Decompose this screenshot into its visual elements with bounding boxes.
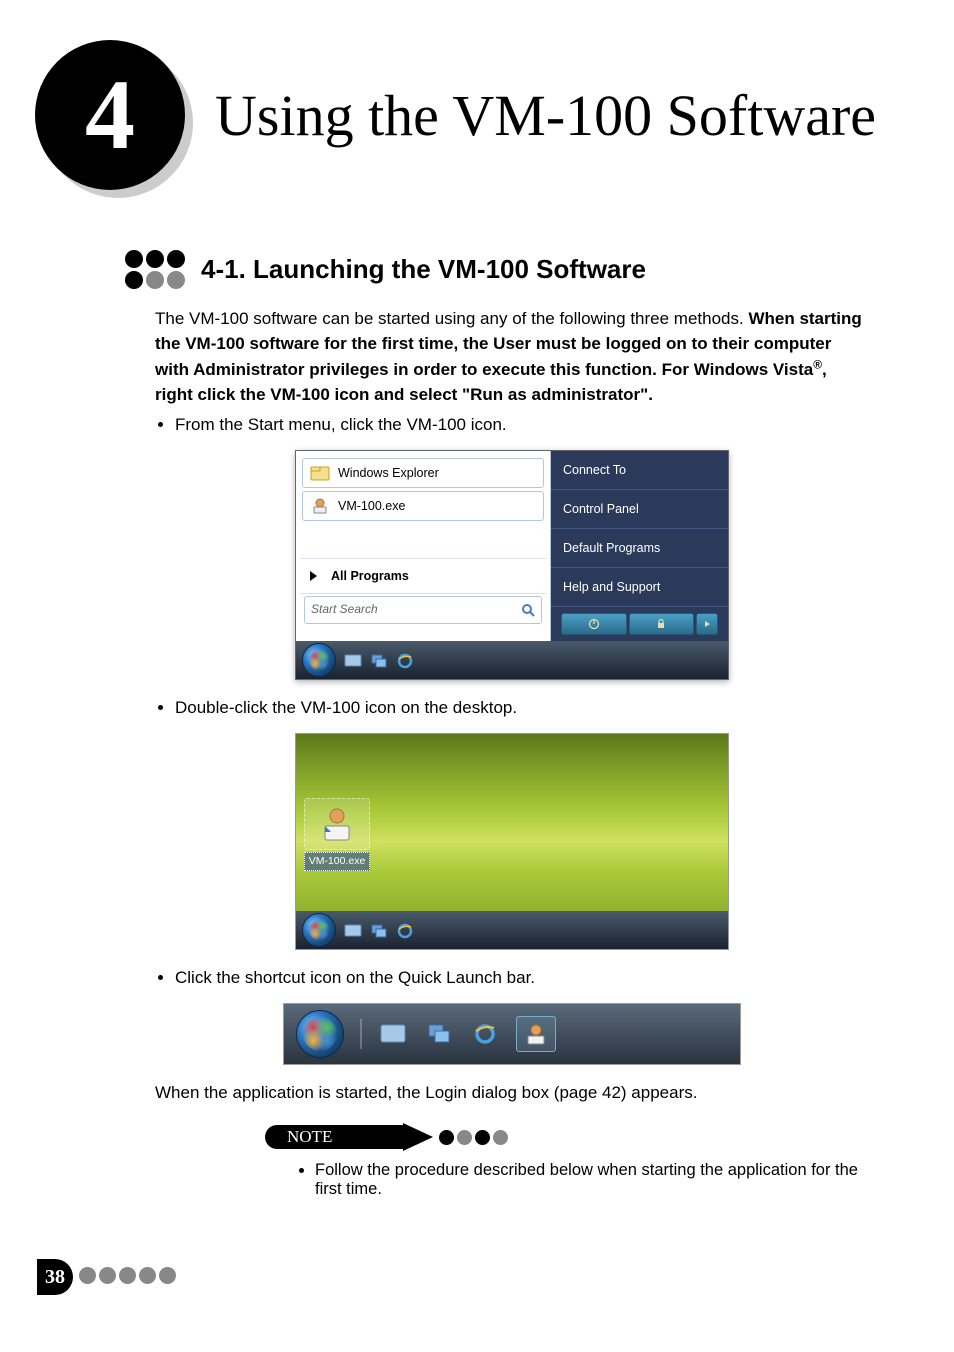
- internet-explorer-icon[interactable]: [396, 652, 414, 668]
- desktop-screenshot: VM-100.exe: [295, 733, 729, 950]
- chapter-badge: 4: [35, 40, 185, 190]
- start-menu-right-item[interactable]: Connect To: [551, 451, 728, 490]
- all-programs-label: All Programs: [331, 567, 409, 585]
- section-bullet-icon: [125, 250, 185, 289]
- power-button[interactable]: [561, 613, 627, 635]
- application-icon: [310, 497, 330, 515]
- power-icon: [588, 618, 600, 630]
- quick-launch-screenshot: [283, 1003, 741, 1065]
- all-programs-item[interactable]: All Programs: [300, 559, 546, 593]
- start-menu-screenshot: Windows Explorer VM-100.exe All Programs: [295, 450, 729, 681]
- start-orb-icon[interactable]: [302, 643, 336, 677]
- section-title: 4-1. Launching the VM-100 Software: [201, 254, 646, 285]
- registered-mark: ®: [813, 357, 822, 371]
- start-orb-icon[interactable]: [302, 913, 336, 947]
- start-menu-right-item[interactable]: Default Programs: [551, 529, 728, 568]
- switch-windows-icon[interactable]: [370, 652, 388, 668]
- start-menu-right-item[interactable]: Control Panel: [551, 490, 728, 529]
- start-menu-item-label: Windows Explorer: [338, 464, 439, 482]
- bullet-quick-launch: Click the shortcut icon on the Quick Lau…: [175, 966, 869, 991]
- show-desktop-icon[interactable]: [378, 1021, 408, 1047]
- note-label: NOTE: [265, 1125, 405, 1149]
- start-menu-left-pane: Windows Explorer VM-100.exe All Programs: [296, 451, 551, 642]
- chapter-number: 4: [85, 65, 135, 165]
- folder-icon: [310, 464, 330, 482]
- start-menu-item-explorer[interactable]: Windows Explorer: [302, 458, 544, 488]
- start-menu-item-vm100[interactable]: VM-100.exe: [302, 491, 544, 521]
- taskbar: [296, 641, 728, 679]
- search-placeholder: Start Search: [311, 601, 378, 618]
- section-header: 4-1. Launching the VM-100 Software: [125, 250, 919, 289]
- note-tail-icon: [403, 1123, 433, 1151]
- after-paragraph: When the application is started, the Log…: [155, 1081, 869, 1106]
- lock-button[interactable]: [629, 613, 695, 635]
- switch-windows-icon[interactable]: [424, 1021, 454, 1047]
- note-dots-icon: [439, 1130, 508, 1145]
- show-desktop-icon[interactable]: [344, 922, 362, 938]
- page-footer: 38: [35, 1259, 919, 1295]
- switch-windows-icon[interactable]: [370, 922, 388, 938]
- desktop-vm100-icon[interactable]: VM-100.exe: [304, 798, 370, 871]
- page-number: 38: [37, 1259, 73, 1295]
- triangle-right-icon: [310, 571, 317, 581]
- start-orb-icon[interactable]: [296, 1010, 344, 1058]
- lock-icon: [655, 618, 667, 630]
- intro-text: The VM-100 software can be started using…: [155, 309, 744, 328]
- bullet-start-menu: From the Start menu, click the VM-100 ic…: [175, 413, 869, 438]
- body-text: The VM-100 software can be started using…: [155, 307, 869, 1105]
- note-text: Follow the procedure described below whe…: [315, 1161, 869, 1199]
- internet-explorer-icon[interactable]: [396, 922, 414, 938]
- application-icon: [317, 804, 357, 844]
- taskbar: [296, 911, 728, 949]
- application-icon: [523, 1023, 549, 1045]
- search-icon: [521, 603, 535, 617]
- footer-dots-icon: [79, 1267, 176, 1284]
- vm100-quick-launch-icon[interactable]: [516, 1016, 556, 1052]
- desktop-icon-label: VM-100.exe: [304, 852, 370, 871]
- start-search-box[interactable]: Start Search: [304, 596, 542, 623]
- internet-explorer-icon[interactable]: [470, 1021, 500, 1047]
- chapter-header: 4 Using the VM-100 Software: [35, 40, 919, 190]
- note-block: NOTE Follow the procedure described belo…: [265, 1123, 869, 1199]
- chapter-title: Using the VM-100 Software: [215, 82, 876, 149]
- options-arrow-button[interactable]: [696, 613, 718, 635]
- show-desktop-icon[interactable]: [344, 652, 362, 668]
- triangle-right-icon: [703, 620, 711, 628]
- bullet-desktop: Double-click the VM-100 icon on the desk…: [175, 696, 869, 721]
- start-menu-right-pane: Connect To Control Panel Default Program…: [551, 451, 728, 642]
- start-menu-right-item[interactable]: Help and Support: [551, 568, 728, 607]
- start-menu-item-label: VM-100.exe: [338, 497, 405, 515]
